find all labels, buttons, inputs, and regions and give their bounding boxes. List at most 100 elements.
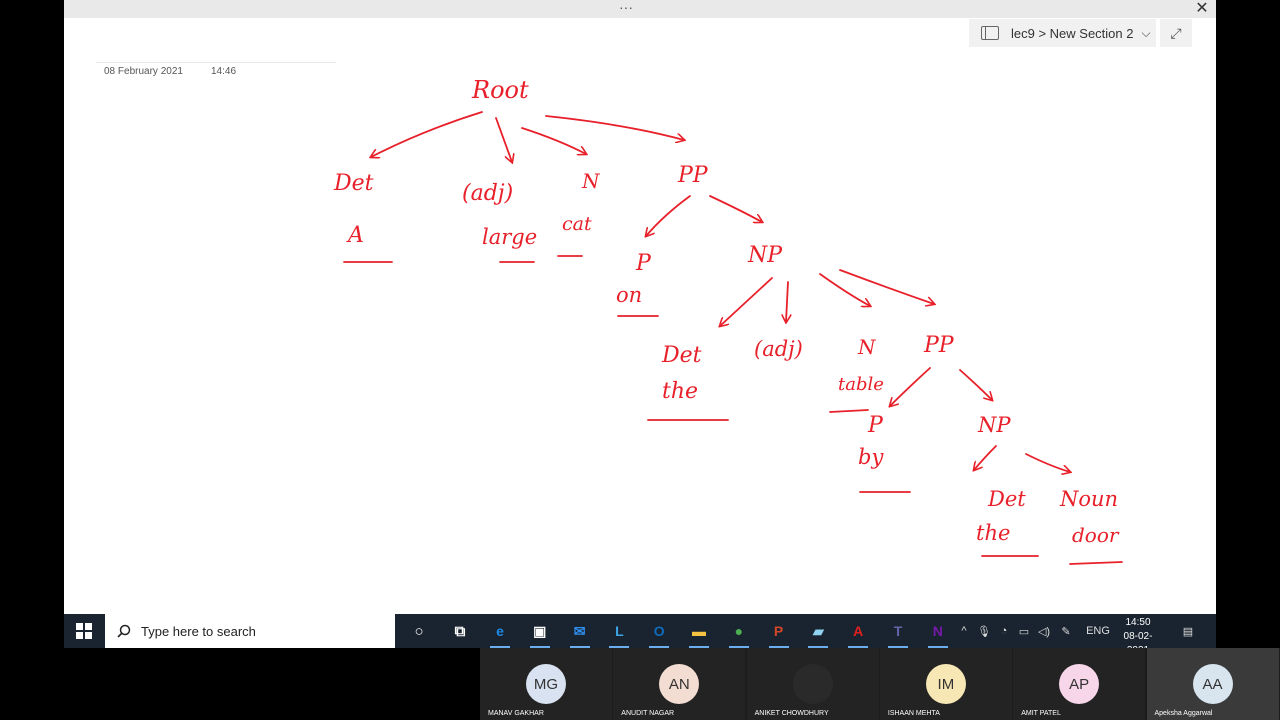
word-large: large [482,225,537,249]
participant-name: MANAV GAKHAR [488,710,544,717]
taskbar-app-notes[interactable]: ▰ [802,614,834,648]
participant-tile[interactable]: AP AMIT PATEL [1013,648,1146,720]
taskbar-app-chrome[interactable]: ● [723,614,755,648]
node-p-1: P [635,251,652,276]
edge-np2-det [974,445,997,470]
word-by: by [858,445,884,469]
chevron-up-icon[interactable]: ^ [956,614,972,648]
avatar: AP [1059,664,1100,704]
taskbar-app-outlook[interactable]: O [643,614,675,648]
edge-np-det [720,277,773,326]
edge-pp2-p [890,367,931,406]
avatar [792,664,833,704]
node-adj-1: (adj) [462,181,513,206]
avatar: AA [1192,664,1233,704]
taskbar-app-onenote[interactable]: N [922,614,954,648]
pen-icon[interactable]: ✎ [1058,614,1074,648]
node-root: Root [471,76,529,104]
language-indicator[interactable]: ENG [1084,614,1112,648]
windows-logo-icon [76,623,92,639]
edge-pp-np [709,195,762,222]
node-np-1: NP [747,243,783,268]
word-a: A [346,223,364,248]
edge-root-det [371,111,483,157]
powerpoint-icon: P [773,623,784,639]
clock-time: 14:50 [1125,617,1151,628]
l-app-icon: L [615,623,624,639]
teams-icon: T [893,623,903,639]
taskbar-app-file-explorer[interactable]: ▬ [683,614,715,648]
taskbar-app-mail[interactable]: ✉ [564,614,596,648]
battery-icon[interactable]: ▭ [1016,614,1032,648]
node-n-1: N [581,169,601,193]
taskbar-app-store[interactable]: ▣ [524,614,556,648]
edge-root-n [521,127,586,154]
node-n-2: N [857,335,877,359]
avatar: AN [659,664,700,704]
participant-tile[interactable]: MG MANAV GAKHAR [480,648,612,720]
word-cat: cat [562,213,592,235]
taskbar-app-l-app[interactable]: L [603,614,635,648]
node-det-3: Det [987,487,1026,511]
edge-np-adj [786,281,788,322]
mail-icon: ✉ [573,622,586,639]
node-np-2: NP [977,413,1011,437]
participant-name: ISHAAN MEHTA [887,710,940,717]
edge-np2-noun [1025,453,1070,472]
edge-root-pp [545,115,684,140]
word-the-1: the [662,379,698,404]
node-pp-1: PP [677,163,709,188]
acrobat-icon: A [853,623,864,639]
store-icon: ▣ [533,622,547,639]
volume-icon[interactable]: ◁) [1036,614,1052,648]
notes-icon: ▰ [813,622,824,639]
edge-icon: e [496,623,504,639]
participant-name: ANUDIT NAGAR [621,710,675,717]
search-icon [117,624,131,638]
participant-tile[interactable]: AA Apeksha Aggarwal [1146,648,1279,720]
taskbar-app-edge[interactable]: e [484,614,516,648]
wifi-icon[interactable]: ◔ [996,614,1012,648]
chrome-icon: ● [734,623,744,639]
task-view-icon: ⧉ [454,622,466,640]
participant-name: AMIT PATEL [1021,710,1061,717]
participant-tile[interactable]: ANIKET CHOWDHURY [746,648,879,720]
word-table: table [838,374,884,395]
participant-tile[interactable]: AN ANUDIT NAGAR [613,648,746,720]
word-on: on [616,283,642,307]
meeting-participants-bar: MG MANAV GAKHAR AN ANUDIT NAGAR ANIKET CHOWD… [480,648,1280,720]
node-p-2: P [867,413,884,438]
start-button[interactable] [72,614,96,648]
node-adj-2: (adj) [754,337,803,361]
taskbar-app-task-view[interactable]: ⧉ [444,614,476,648]
edge-pp-p [646,195,691,236]
node-det-2: Det [661,343,702,368]
participant-tile[interactable]: IM ISHAAN MEHTA [879,648,1012,720]
edge-pp2-np [959,369,992,400]
node-pp-2: PP [923,333,955,358]
word-the-2: the [976,521,1010,545]
avatar: IM [925,664,966,704]
outlook-icon: O [653,623,665,639]
edge-np-pp [839,269,934,304]
participant-name: Apeksha Aggarwal [1154,710,1213,717]
edge-root-adj [495,117,512,162]
ink-canvas: Root Det (adj) N PP A large cat P NP on … [333,76,1123,565]
taskbar-search-box[interactable]: Type here to search [105,614,395,648]
taskbar-app-cortana[interactable]: ○ [403,614,435,648]
underline-table [829,409,869,413]
underline-door [1069,561,1123,565]
node-noun: Noun [1059,487,1118,511]
taskbar-app-acrobat[interactable]: A [842,614,874,648]
taskbar-app-teams[interactable]: T [882,614,914,648]
search-placeholder: Type here to search [141,623,256,639]
notifications-icon[interactable]: ▤ [1178,614,1198,648]
word-door: door [1072,523,1120,547]
taskbar-app-powerpoint[interactable]: P [763,614,795,648]
file-explorer-icon: ▬ [692,623,706,639]
onenote-window: ··· ✕ lec9 > New Section 2 ⌵ ⤢ 08 Februa… [64,0,1216,614]
onenote-icon: N [932,623,943,639]
cortana-icon: ○ [414,622,424,640]
microphone-icon[interactable]: 🎙 [976,614,992,648]
windows-taskbar: Type here to search ○ ⧉ e ▣ ✉ L O ▬ ● P ▰ A T N ^ 🎙 ◔… [64,614,1216,656]
